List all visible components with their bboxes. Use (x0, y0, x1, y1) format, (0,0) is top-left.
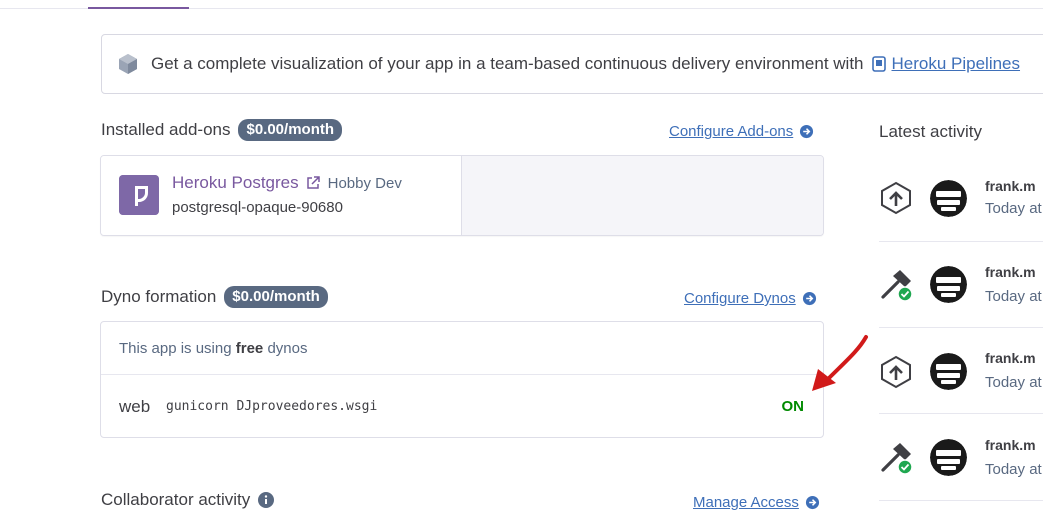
collaborators-section-title: Collaborator activity (101, 490, 275, 510)
addon-plan: Hobby Dev (327, 174, 402, 192)
activity-user: frank.m (985, 437, 1036, 453)
banner-text: Get a complete visualization of your app… (151, 54, 864, 73)
dynos-title: Dyno formation (101, 287, 217, 306)
dynos-section-title: Dyno formation $0.00/month (101, 286, 328, 308)
pipeline-cubes-icon (119, 54, 137, 74)
dyno-process-command: gunicorn DJproveedores.wsgi (166, 399, 378, 414)
avatar (930, 439, 967, 476)
heroku-postgres-logo-icon (119, 175, 159, 215)
dyno-info-suffix: dynos (267, 340, 308, 357)
activity-divider (879, 500, 1043, 501)
heroku-pipelines-link[interactable]: Heroku Pipelines (892, 54, 1021, 74)
configure-addons-link[interactable]: Configure Add-ons (669, 123, 814, 140)
external-link-icon[interactable] (306, 176, 320, 190)
dyno-info-prefix: This app is using (119, 340, 232, 357)
build-succeeded-icon (881, 270, 913, 301)
addons-section-title: Installed add-ons $0.00/month (101, 119, 343, 141)
annotation-arrow-icon (812, 335, 868, 391)
activity-divider (879, 413, 1043, 414)
dyno-divider (101, 374, 823, 375)
active-tab-indicator (88, 7, 189, 9)
arrow-right-circle-icon (802, 291, 816, 306)
dynos-price-badge: $0.00/month (224, 286, 328, 308)
activity-user: frank.m (985, 264, 1036, 280)
activity-title: Latest activity (879, 122, 982, 141)
avatar (930, 266, 967, 303)
addon-card-empty-panel (462, 156, 823, 235)
build-succeeded-icon (881, 443, 913, 474)
pipelines-banner: Get a complete visualization of your app… (101, 34, 1043, 94)
manage-access-label: Manage Access (693, 494, 799, 511)
dyno-process-type: web (119, 397, 151, 416)
addons-price-badge: $0.00/month (238, 119, 343, 141)
pipeline-icon (871, 56, 886, 72)
manage-access-link[interactable]: Manage Access (693, 494, 820, 511)
activity-time: Today at (985, 374, 1042, 391)
collaborators-title: Collaborator activity (101, 490, 251, 509)
activity-item[interactable]: frank.m Today at (879, 242, 1043, 328)
avatar (930, 353, 967, 390)
addon-id: postgresql-opaque-90680 (172, 199, 343, 216)
dyno-card: This app is using free dynos web gunicor… (100, 321, 824, 438)
activity-item[interactable]: frank.m Today at (879, 328, 1043, 414)
heroku-postgres-link[interactable]: Heroku Postgres (172, 173, 299, 193)
dyno-info-tier: free (235, 340, 264, 357)
configure-dynos-label: Configure Dynos (684, 290, 796, 307)
configure-addons-label: Configure Add-ons (669, 123, 794, 140)
dyno-state-toggle[interactable]: ON (782, 398, 805, 415)
arrow-right-circle-icon (800, 124, 814, 139)
addon-name-row: Heroku Postgres Hobby Dev (172, 173, 402, 193)
addons-title: Installed add-ons (101, 120, 231, 139)
addon-item: Heroku Postgres Hobby Dev postgresql-opa… (101, 156, 462, 235)
activity-item[interactable]: frank.m Today at (879, 415, 1043, 501)
activity-user: frank.m (985, 178, 1036, 194)
arrow-right-circle-icon (805, 495, 819, 510)
activity-item[interactable]: frank.m Today at (879, 156, 1043, 242)
avatar (930, 180, 967, 217)
activity-time: Today at (985, 461, 1042, 478)
activity-user: frank.m (985, 350, 1036, 366)
deploy-icon (881, 181, 911, 215)
configure-dynos-link[interactable]: Configure Dynos (684, 290, 817, 307)
deploy-icon (881, 355, 911, 389)
addon-card: Heroku Postgres Hobby Dev postgresql-opa… (100, 155, 824, 236)
info-icon[interactable] (258, 492, 275, 508)
dyno-tier-info: This app is using free dynos (119, 340, 307, 357)
activity-time: Today at (985, 200, 1042, 217)
activity-time: Today at (985, 288, 1042, 305)
